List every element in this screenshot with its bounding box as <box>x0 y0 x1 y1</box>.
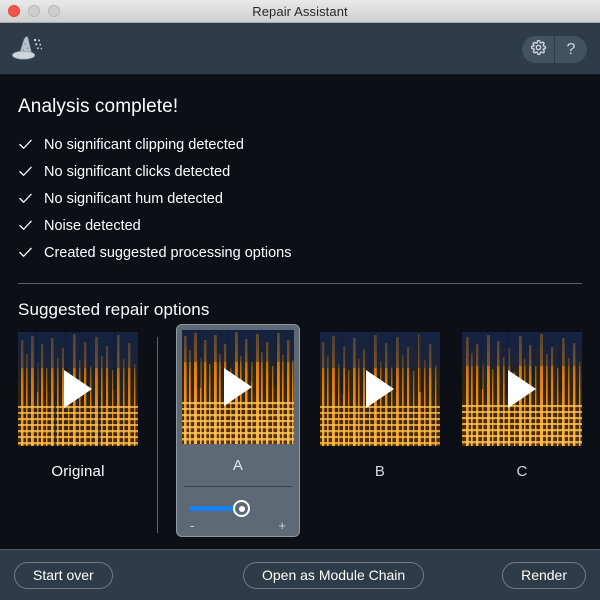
window-title: Repair Assistant <box>252 3 348 19</box>
spectrogram-thumbnail[interactable] <box>462 332 582 446</box>
checkmark-icon <box>18 218 40 233</box>
slider-knob[interactable] <box>233 500 250 517</box>
list-item: Noise detected <box>18 212 582 239</box>
open-as-module-chain-button[interactable]: Open as Module Chain <box>243 561 425 589</box>
analysis-item-label: No significant hum detected <box>44 190 223 207</box>
slider-end-labels: - + <box>188 518 288 532</box>
repair-option-card-c[interactable]: C <box>462 332 582 480</box>
analysis-item-label: No significant clipping detected <box>44 136 244 153</box>
analysis-item-label: Noise detected <box>44 217 141 234</box>
wizard-hat-icon <box>11 34 45 64</box>
repair-options-row: Original A - + B C <box>18 324 582 542</box>
repair-option-label: Original <box>51 463 105 480</box>
list-item: No significant clicks detected <box>18 158 582 185</box>
settings-button[interactable] <box>522 36 554 63</box>
maximize-window-button[interactable] <box>48 5 60 17</box>
checkmark-icon <box>18 164 40 179</box>
repair-option-label: C <box>516 463 528 480</box>
analysis-item-label: No significant clicks detected <box>44 163 231 180</box>
close-window-button[interactable] <box>8 5 20 17</box>
repair-option-card-b[interactable]: B <box>320 332 440 480</box>
list-item: No significant hum detected <box>18 185 582 212</box>
repair-option-label: B <box>374 463 386 480</box>
help-icon: ? <box>566 40 576 58</box>
checkmark-icon <box>18 245 40 260</box>
minimize-window-button[interactable] <box>28 5 40 17</box>
traffic-light-group <box>8 0 60 22</box>
window-titlebar: Repair Assistant <box>0 0 600 23</box>
spectrogram-thumbnail[interactable] <box>182 330 294 444</box>
repair-option-card-a[interactable]: A - + <box>176 324 300 537</box>
checkmark-icon <box>18 191 40 206</box>
checkmark-icon <box>18 137 40 152</box>
help-button[interactable]: ? <box>554 36 587 63</box>
analysis-results-list: No significant clipping detected No sign… <box>18 131 582 266</box>
repair-assistant-window: Repair Assistant ? Analysis complete! No… <box>0 0 600 600</box>
list-item: No significant clipping detected <box>18 131 582 158</box>
slider-track-area[interactable] <box>188 498 288 518</box>
render-button[interactable]: Render <box>502 561 586 589</box>
spectrogram-thumbnail[interactable] <box>320 332 440 446</box>
slider-increase-label[interactable]: + <box>278 519 286 532</box>
repair-option-card-original[interactable]: Original <box>18 332 138 480</box>
analysis-heading: Analysis complete! <box>18 96 179 117</box>
list-item: Created suggested processing options <box>18 239 582 266</box>
repair-option-label: A <box>232 457 244 474</box>
options-vertical-divider <box>157 337 158 533</box>
gear-icon <box>530 39 547 61</box>
app-header: ? <box>0 23 600 75</box>
main-content: Analysis complete! No significant clippi… <box>0 75 600 549</box>
start-over-button[interactable]: Start over <box>14 561 113 589</box>
options-heading: Suggested repair options <box>18 300 210 319</box>
strength-slider[interactable]: - + <box>182 487 294 536</box>
slider-decrease-label[interactable]: - <box>190 519 194 532</box>
footer-bar: Start over Open as Module Chain Render <box>0 549 600 600</box>
analysis-item-label: Created suggested processing options <box>44 244 292 261</box>
spectrogram-thumbnail[interactable] <box>18 332 138 446</box>
header-control-group: ? <box>522 36 587 63</box>
